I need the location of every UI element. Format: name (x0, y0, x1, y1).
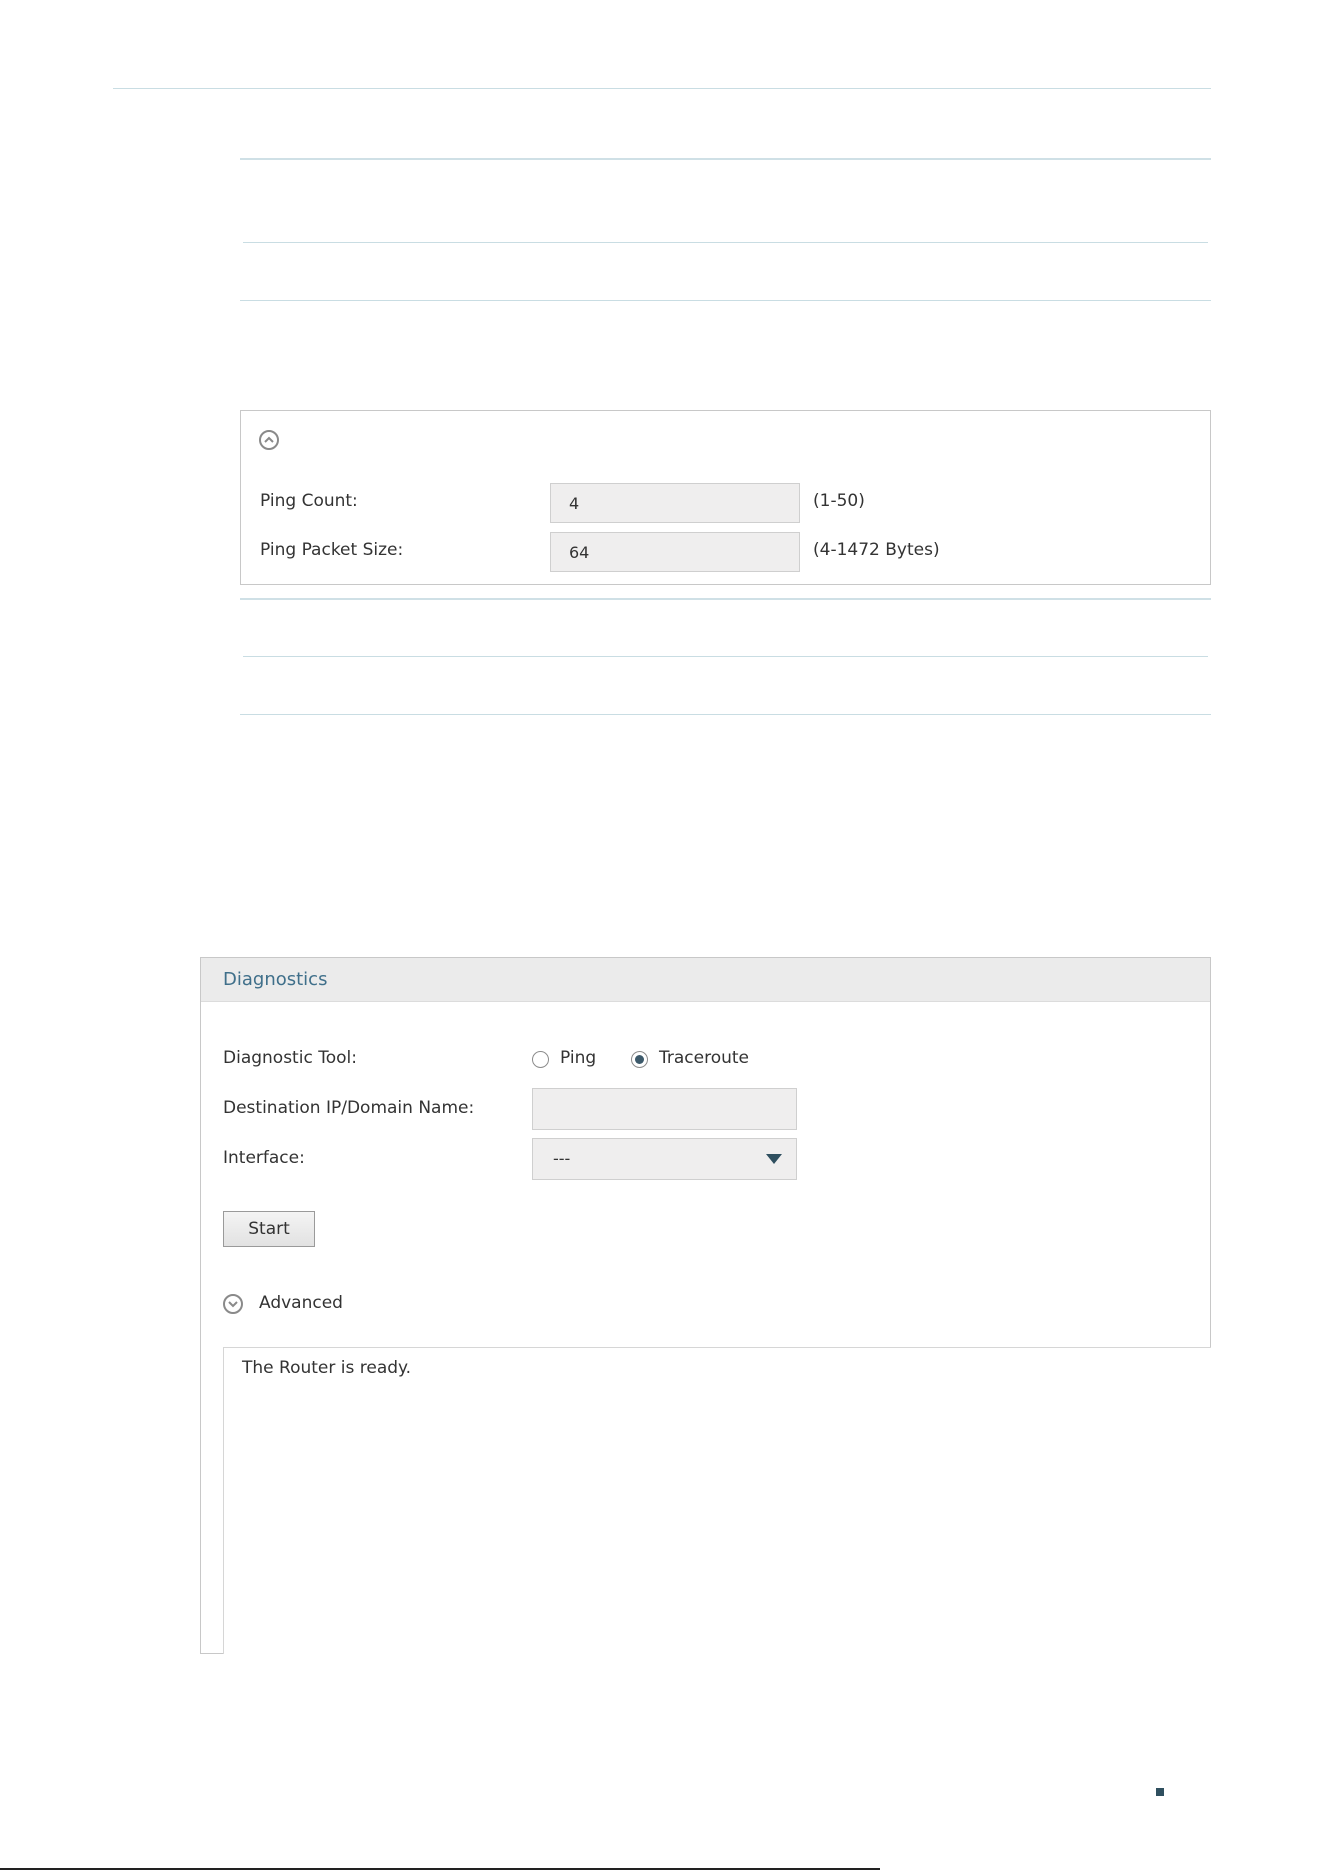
section-divider (240, 300, 1211, 301)
section-divider (243, 242, 1208, 243)
diagnostics-header: Diagnostics (201, 958, 1210, 1002)
top-rule (113, 88, 1211, 89)
section-divider (240, 158, 1211, 160)
output-status-text: The Router is ready. (242, 1358, 412, 1378)
destination-label: Destination IP/Domain Name: (223, 1098, 475, 1118)
radio-traceroute[interactable] (631, 1051, 648, 1068)
caret-down-icon (766, 1154, 782, 1164)
ping-count-label: Ping Count: (260, 491, 358, 511)
interface-select[interactable]: --- (532, 1138, 797, 1180)
ping-count-input[interactable] (550, 483, 800, 523)
ping-packet-size-hint: (4-1472 Bytes) (813, 540, 940, 560)
page-marker (1156, 1788, 1164, 1796)
diagnostics-panel: Diagnostics Diagnostic Tool: Ping Tracer… (200, 957, 1211, 1654)
footer-rule (0, 1868, 880, 1870)
radio-ping[interactable] (532, 1051, 549, 1068)
ping-packet-size-input[interactable] (550, 532, 800, 572)
advanced-settings-panel: Ping Count: (1-50) Ping Packet Size: (4-… (240, 410, 1211, 585)
chevron-down-circle-icon[interactable] (223, 1294, 243, 1314)
section-divider (243, 656, 1208, 657)
interface-label: Interface: (223, 1148, 305, 1168)
diagnostics-title: Diagnostics (223, 969, 328, 990)
section-divider (240, 598, 1211, 600)
start-button[interactable]: Start (223, 1211, 315, 1247)
interface-select-value: --- (553, 1149, 571, 1168)
diagnostic-tool-label: Diagnostic Tool: (223, 1048, 357, 1068)
radio-traceroute-label[interactable]: Traceroute (659, 1048, 749, 1068)
ping-packet-size-label: Ping Packet Size: (260, 540, 404, 560)
radio-ping-label[interactable]: Ping (560, 1048, 596, 1068)
advanced-toggle-label[interactable]: Advanced (259, 1293, 343, 1313)
ping-count-hint: (1-50) (813, 491, 865, 511)
section-divider (240, 714, 1211, 715)
chevron-up-circle-icon[interactable] (259, 430, 279, 450)
diagnostic-output-area[interactable]: The Router is ready. (223, 1347, 1211, 1654)
destination-input[interactable] (532, 1088, 797, 1130)
